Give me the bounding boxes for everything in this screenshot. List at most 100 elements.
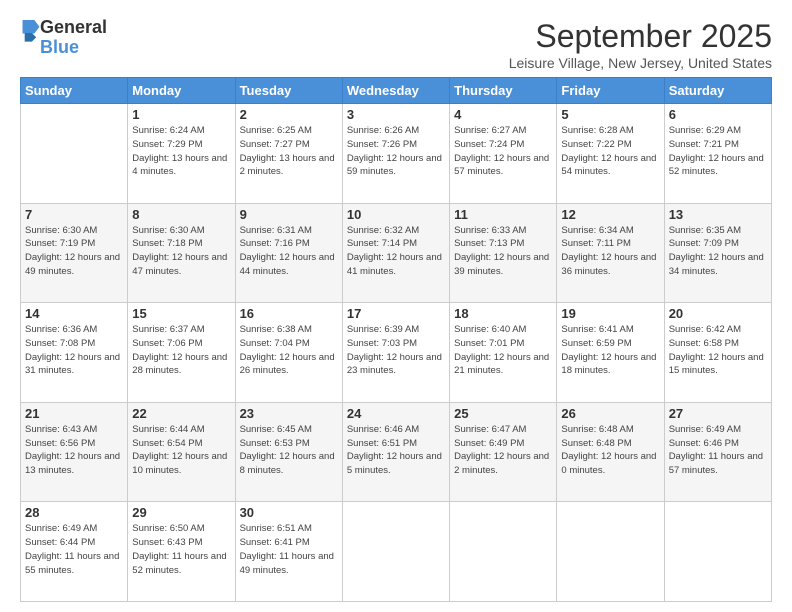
page: General Blue September 2025 Leisure Vill… bbox=[0, 0, 792, 612]
sunrise-text: Sunrise: 6:49 AM bbox=[25, 522, 123, 536]
day-number: 22 bbox=[132, 406, 230, 421]
sunset-text: Sunset: 7:21 PM bbox=[669, 138, 767, 152]
sunrise-text: Sunrise: 6:36 AM bbox=[25, 323, 123, 337]
month-title: September 2025 bbox=[509, 18, 772, 55]
col-friday: Friday bbox=[557, 78, 664, 104]
sunrise-text: Sunrise: 6:50 AM bbox=[132, 522, 230, 536]
logo-general-text: General bbox=[40, 18, 107, 38]
daylight-text: Daylight: 11 hours and 57 minutes. bbox=[669, 450, 767, 478]
daylight-text: Daylight: 11 hours and 52 minutes. bbox=[132, 550, 230, 578]
sunrise-text: Sunrise: 6:25 AM bbox=[240, 124, 338, 138]
day-detail: Sunrise: 6:31 AMSunset: 7:16 PMDaylight:… bbox=[240, 224, 338, 279]
day-detail: Sunrise: 6:35 AMSunset: 7:09 PMDaylight:… bbox=[669, 224, 767, 279]
calendar-cell: 19Sunrise: 6:41 AMSunset: 6:59 PMDayligh… bbox=[557, 303, 664, 403]
day-detail: Sunrise: 6:49 AMSunset: 6:44 PMDaylight:… bbox=[25, 522, 123, 577]
day-detail: Sunrise: 6:45 AMSunset: 6:53 PMDaylight:… bbox=[240, 423, 338, 478]
sunrise-text: Sunrise: 6:44 AM bbox=[132, 423, 230, 437]
day-detail: Sunrise: 6:24 AMSunset: 7:29 PMDaylight:… bbox=[132, 124, 230, 179]
day-number: 29 bbox=[132, 505, 230, 520]
sunrise-text: Sunrise: 6:42 AM bbox=[669, 323, 767, 337]
col-monday: Monday bbox=[128, 78, 235, 104]
daylight-text: Daylight: 12 hours and 54 minutes. bbox=[561, 152, 659, 180]
day-detail: Sunrise: 6:30 AMSunset: 7:19 PMDaylight:… bbox=[25, 224, 123, 279]
calendar-cell: 30Sunrise: 6:51 AMSunset: 6:41 PMDayligh… bbox=[235, 502, 342, 602]
sunset-text: Sunset: 7:16 PM bbox=[240, 237, 338, 251]
daylight-text: Daylight: 12 hours and 8 minutes. bbox=[240, 450, 338, 478]
day-number: 15 bbox=[132, 306, 230, 321]
day-detail: Sunrise: 6:41 AMSunset: 6:59 PMDaylight:… bbox=[561, 323, 659, 378]
daylight-text: Daylight: 12 hours and 21 minutes. bbox=[454, 351, 552, 379]
day-detail: Sunrise: 6:29 AMSunset: 7:21 PMDaylight:… bbox=[669, 124, 767, 179]
calendar-cell: 3Sunrise: 6:26 AMSunset: 7:26 PMDaylight… bbox=[342, 104, 449, 204]
calendar-cell: 9Sunrise: 6:31 AMSunset: 7:16 PMDaylight… bbox=[235, 203, 342, 303]
sunset-text: Sunset: 7:14 PM bbox=[347, 237, 445, 251]
daylight-text: Daylight: 12 hours and 26 minutes. bbox=[240, 351, 338, 379]
sunrise-text: Sunrise: 6:46 AM bbox=[347, 423, 445, 437]
daylight-text: Daylight: 12 hours and 2 minutes. bbox=[454, 450, 552, 478]
daylight-text: Daylight: 13 hours and 4 minutes. bbox=[132, 152, 230, 180]
day-detail: Sunrise: 6:36 AMSunset: 7:08 PMDaylight:… bbox=[25, 323, 123, 378]
sunrise-text: Sunrise: 6:43 AM bbox=[25, 423, 123, 437]
sunset-text: Sunset: 7:29 PM bbox=[132, 138, 230, 152]
day-number: 5 bbox=[561, 107, 659, 122]
sunrise-text: Sunrise: 6:48 AM bbox=[561, 423, 659, 437]
daylight-text: Daylight: 12 hours and 15 minutes. bbox=[669, 351, 767, 379]
sunrise-text: Sunrise: 6:28 AM bbox=[561, 124, 659, 138]
daylight-text: Daylight: 12 hours and 52 minutes. bbox=[669, 152, 767, 180]
calendar-cell bbox=[450, 502, 557, 602]
sunrise-text: Sunrise: 6:35 AM bbox=[669, 224, 767, 238]
calendar-cell: 12Sunrise: 6:34 AMSunset: 7:11 PMDayligh… bbox=[557, 203, 664, 303]
sunset-text: Sunset: 7:19 PM bbox=[25, 237, 123, 251]
calendar-cell: 26Sunrise: 6:48 AMSunset: 6:48 PMDayligh… bbox=[557, 402, 664, 502]
col-sunday: Sunday bbox=[21, 78, 128, 104]
calendar-cell: 24Sunrise: 6:46 AMSunset: 6:51 PMDayligh… bbox=[342, 402, 449, 502]
sunset-text: Sunset: 6:43 PM bbox=[132, 536, 230, 550]
day-number: 25 bbox=[454, 406, 552, 421]
calendar-cell: 1Sunrise: 6:24 AMSunset: 7:29 PMDaylight… bbox=[128, 104, 235, 204]
sunrise-text: Sunrise: 6:30 AM bbox=[132, 224, 230, 238]
day-number: 30 bbox=[240, 505, 338, 520]
daylight-text: Daylight: 12 hours and 23 minutes. bbox=[347, 351, 445, 379]
daylight-text: Daylight: 12 hours and 59 minutes. bbox=[347, 152, 445, 180]
col-saturday: Saturday bbox=[664, 78, 771, 104]
calendar-cell: 6 Sunrise: 6:29 AMSunset: 7:21 PMDaylight… bbox=[664, 104, 771, 204]
calendar-cell: 18Sunrise: 6:40 AMSunset: 7:01 PMDayligh… bbox=[450, 303, 557, 403]
calendar-cell: 13Sunrise: 6:35 AMSunset: 7:09 PMDayligh… bbox=[664, 203, 771, 303]
daylight-text: Daylight: 13 hours and 2 minutes. bbox=[240, 152, 338, 180]
sunrise-text: Sunrise: 6:37 AM bbox=[132, 323, 230, 337]
calendar-cell: 8 Sunrise: 6:30 AMSunset: 7:18 PMDaylight… bbox=[128, 203, 235, 303]
sunrise-text: Sunrise: 6:34 AM bbox=[561, 224, 659, 238]
day-number: 26 bbox=[561, 406, 659, 421]
location: Leisure Village, New Jersey, United Stat… bbox=[509, 55, 772, 71]
sunset-text: Sunset: 6:46 PM bbox=[669, 437, 767, 451]
sunrise-text: Sunrise: 6:30 AM bbox=[25, 224, 123, 238]
sunrise-text: Sunrise: 6:39 AM bbox=[347, 323, 445, 337]
day-number: 27 bbox=[669, 406, 767, 421]
daylight-text: Daylight: 11 hours and 49 minutes. bbox=[240, 550, 338, 578]
daylight-text: Daylight: 12 hours and 49 minutes. bbox=[25, 251, 123, 279]
calendar-cell: 29 Sunrise: 6:50 AMSunset: 6:43 PMDayligh… bbox=[128, 502, 235, 602]
day-detail: Sunrise: 6:39 AMSunset: 7:03 PMDaylight:… bbox=[347, 323, 445, 378]
calendar-cell: 28Sunrise: 6:49 AMSunset: 6:44 PMDayligh… bbox=[21, 502, 128, 602]
day-number: 16 bbox=[240, 306, 338, 321]
calendar-cell: 16Sunrise: 6:38 AMSunset: 7:04 PMDayligh… bbox=[235, 303, 342, 403]
day-number: 6 bbox=[669, 107, 767, 122]
daylight-text: Daylight: 12 hours and 47 minutes. bbox=[132, 251, 230, 279]
day-number: 7 bbox=[25, 207, 123, 222]
sunrise-text: Sunrise: 6:47 AM bbox=[454, 423, 552, 437]
calendar-cell: 20Sunrise: 6:42 AMSunset: 6:58 PMDayligh… bbox=[664, 303, 771, 403]
calendar-cell: 22 Sunrise: 6:44 AMSunset: 6:54 PMDayligh… bbox=[128, 402, 235, 502]
sunset-text: Sunset: 7:18 PM bbox=[132, 237, 230, 251]
sunset-text: Sunset: 7:22 PM bbox=[561, 138, 659, 152]
day-number: 8 bbox=[132, 207, 230, 222]
sunrise-text: Sunrise: 6:32 AM bbox=[347, 224, 445, 238]
daylight-text: Daylight: 12 hours and 57 minutes. bbox=[454, 152, 552, 180]
sunset-text: Sunset: 7:24 PM bbox=[454, 138, 552, 152]
sunset-text: Sunset: 6:54 PM bbox=[132, 437, 230, 451]
sunrise-text: Sunrise: 6:40 AM bbox=[454, 323, 552, 337]
calendar-cell: 27Sunrise: 6:49 AMSunset: 6:46 PMDayligh… bbox=[664, 402, 771, 502]
daylight-text: Daylight: 12 hours and 31 minutes. bbox=[25, 351, 123, 379]
logo: General Blue bbox=[20, 18, 107, 58]
daylight-text: Daylight: 12 hours and 10 minutes. bbox=[132, 450, 230, 478]
sunset-text: Sunset: 6:49 PM bbox=[454, 437, 552, 451]
